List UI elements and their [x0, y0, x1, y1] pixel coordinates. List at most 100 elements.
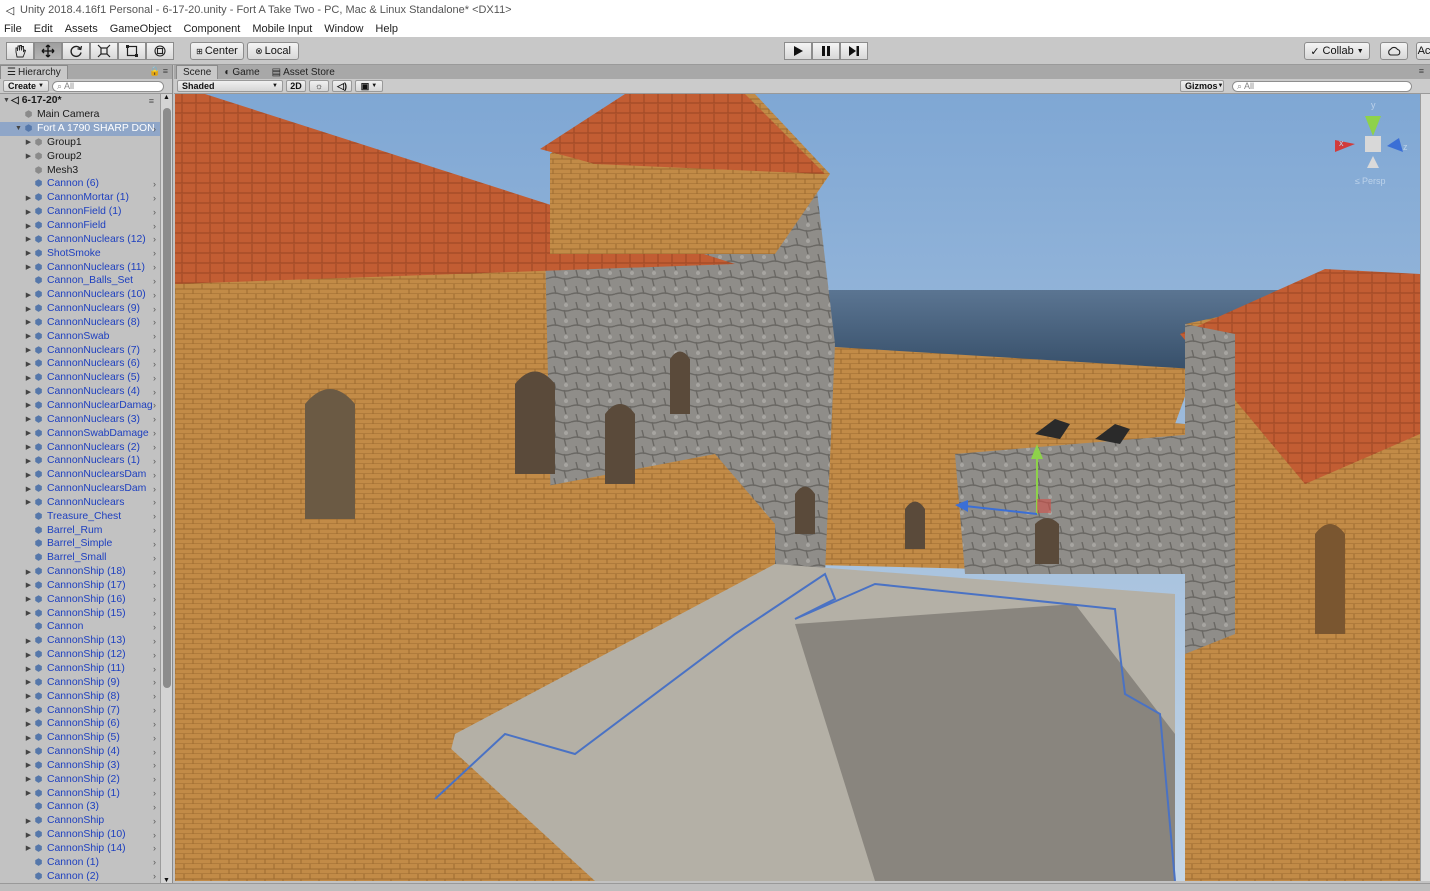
prefab-open-chevron-icon[interactable]: ›	[153, 816, 156, 826]
hierarchy-row[interactable]: ▶ ⬢ CannonNuclears (12) ›	[0, 232, 160, 246]
expand-arrow-icon[interactable]: ▶	[24, 817, 33, 825]
scroll-up-arrow-icon[interactable]: ▲	[163, 94, 170, 101]
collapse-arrow-icon[interactable]: ▼	[14, 125, 23, 132]
scene-lighting-button[interactable]: ☼	[309, 80, 329, 92]
pivot-center-button[interactable]: ⊞ Center	[190, 42, 244, 60]
hierarchy-row[interactable]: ⬢ Barrel_Simple ›	[0, 537, 160, 551]
prefab-open-chevron-icon[interactable]: ›	[153, 276, 156, 286]
expand-arrow-icon[interactable]: ▶	[24, 581, 33, 589]
hierarchy-row[interactable]: ▶ ⬢ CannonSwab ›	[0, 329, 160, 343]
expand-arrow-icon[interactable]: ▶	[24, 222, 33, 230]
cloud-button[interactable]	[1380, 42, 1408, 60]
prefab-open-chevron-icon[interactable]: ›	[153, 622, 156, 632]
hierarchy-row[interactable]: ▶ ⬢ CannonShip (1) ›	[0, 786, 160, 800]
expand-arrow-icon[interactable]: ▶	[24, 235, 33, 243]
prefab-open-chevron-icon[interactable]: ›	[153, 705, 156, 715]
hierarchy-row[interactable]: ▶ ⬢ CannonShip (10) ›	[0, 828, 160, 842]
hierarchy-row[interactable]: ⬢ Cannon ›	[0, 620, 160, 634]
hierarchy-row[interactable]: ▶ ⬢ CannonNuclears (10) ›	[0, 288, 160, 302]
expand-arrow-icon[interactable]: ▶	[24, 360, 33, 368]
hierarchy-scroll-thumb[interactable]	[163, 108, 171, 688]
expand-arrow-icon[interactable]: ▶	[24, 844, 33, 852]
pause-button[interactable]	[812, 42, 840, 60]
hierarchy-row[interactable]: ▶ ⬢ CannonField (1) ›	[0, 205, 160, 219]
prefab-open-chevron-icon[interactable]: ›	[153, 650, 156, 660]
expand-arrow-icon[interactable]: ▶	[24, 263, 33, 271]
prefab-open-chevron-icon[interactable]: ›	[153, 387, 156, 397]
prefab-open-chevron-icon[interactable]: ›	[153, 221, 156, 231]
prefab-open-chevron-icon[interactable]: ›	[153, 179, 156, 189]
expand-arrow-icon[interactable]: ▶	[24, 665, 33, 673]
hierarchy-row[interactable]: ▶ ⬢ CannonNuclears (11) ›	[0, 260, 160, 274]
hierarchy-row[interactable]: ▶ ⬢ CannonShip (15) ›	[0, 606, 160, 620]
hierarchy-row[interactable]: ▶ ⬢ CannonShip (8) ›	[0, 689, 160, 703]
expand-arrow-icon[interactable]: ▶	[24, 706, 33, 714]
scene-viewport[interactable]: y x z ≤ Persp	[175, 94, 1420, 881]
prefab-open-chevron-icon[interactable]: ›	[153, 594, 156, 604]
hierarchy-row[interactable]: ▶ ⬢ CannonSwabDamage ›	[0, 426, 160, 440]
hierarchy-row[interactable]: ▶ ⬢ CannonNuclears (9) ›	[0, 302, 160, 316]
tab-scene[interactable]: Scene	[176, 65, 219, 79]
projection-toggle[interactable]: ≤ Persp	[1355, 176, 1385, 186]
scene-root-row[interactable]: ▼ ◁ 6-17-20* ≡	[0, 94, 160, 108]
prefab-open-chevron-icon[interactable]: ›	[153, 470, 156, 480]
rect-tool-button[interactable]	[118, 42, 146, 60]
toggle-2d-button[interactable]: 2D	[286, 80, 306, 92]
prefab-open-chevron-icon[interactable]: ›	[153, 345, 156, 355]
prefab-open-chevron-icon[interactable]: ›	[153, 802, 156, 812]
prefab-open-chevron-icon[interactable]: ›	[153, 539, 156, 549]
hierarchy-row[interactable]: ⬢ Cannon_Balls_Set ›	[0, 274, 160, 288]
prefab-open-chevron-icon[interactable]: ›	[153, 857, 156, 867]
expand-arrow-icon[interactable]: ▶	[24, 775, 33, 783]
hierarchy-row[interactable]: ▶ ⬢ CannonNuclearsDam ›	[0, 468, 160, 482]
expand-arrow-icon[interactable]: ▶	[24, 595, 33, 603]
expand-arrow-icon[interactable]: ▶	[24, 734, 33, 742]
prefab-open-chevron-icon[interactable]: ›	[153, 830, 156, 840]
prefab-open-chevron-icon[interactable]: ›	[153, 193, 156, 203]
scene-panel-menu-icon[interactable]: ≡	[1419, 66, 1424, 76]
prefab-open-chevron-icon[interactable]: ›	[153, 207, 156, 217]
hierarchy-row[interactable]: ▶ ⬢ CannonNuclears (6) ›	[0, 357, 160, 371]
prefab-open-chevron-icon[interactable]: ›	[153, 331, 156, 341]
tab-hierarchy[interactable]: ☰ Hierarchy	[0, 65, 68, 79]
prefab-open-chevron-icon[interactable]: ›	[153, 290, 156, 300]
prefab-open-chevron-icon[interactable]: ›	[153, 442, 156, 452]
hierarchy-row[interactable]: ▶ ⬢ CannonNuclears ›	[0, 495, 160, 509]
expand-arrow-icon[interactable]: ▶	[24, 401, 33, 409]
tab-game[interactable]: ◐ Game	[218, 65, 266, 79]
hierarchy-lock-menu-icon[interactable]: 🔒 ≡	[149, 66, 168, 77]
hierarchy-row[interactable]: ▶ ⬢ CannonShip (12) ›	[0, 648, 160, 662]
prefab-open-chevron-icon[interactable]: ›	[153, 733, 156, 743]
hierarchy-row[interactable]: ▶ ⬢ CannonNuclears (2) ›	[0, 440, 160, 454]
expand-arrow-icon[interactable]: ▶	[24, 651, 33, 659]
prefab-open-chevron-icon[interactable]: ›	[153, 456, 156, 466]
hierarchy-row[interactable]: ▶ ⬢ CannonMortar (1) ›	[0, 191, 160, 205]
expand-arrow-icon[interactable]: ▶	[24, 498, 33, 506]
shading-mode-dropdown[interactable]: Shaded ▼	[177, 80, 283, 92]
expand-arrow-icon[interactable]: ▶	[24, 374, 33, 382]
expand-arrow-icon[interactable]: ▶	[24, 415, 33, 423]
menu-component[interactable]: Component	[183, 23, 240, 35]
prefab-open-chevron-icon[interactable]: ›	[153, 400, 156, 410]
menu-file[interactable]: File	[4, 23, 22, 35]
expand-arrow-icon[interactable]: ▶	[24, 249, 33, 257]
hierarchy-row[interactable]: ▶ ⬢ CannonNuclearDamag ›	[0, 399, 160, 413]
prefab-open-chevron-icon[interactable]: ›	[153, 373, 156, 383]
hierarchy-search-input[interactable]: ⌕ All	[51, 80, 164, 92]
hierarchy-row[interactable]: ▼ ⬢ Fort A 1790 SHARP DON ›	[0, 121, 160, 136]
scene-menu-icon[interactable]: ≡	[149, 96, 154, 106]
expand-arrow-icon[interactable]: ▶	[24, 457, 33, 465]
expand-arrow-icon[interactable]: ▶	[24, 789, 33, 797]
prefab-open-chevron-icon[interactable]: ›	[153, 262, 156, 272]
hierarchy-row[interactable]: ⬢ Mesh3	[0, 163, 160, 177]
hierarchy-row[interactable]: ⬢ Cannon (2) ›	[0, 869, 160, 883]
prefab-open-chevron-icon[interactable]: ›	[153, 248, 156, 258]
hierarchy-row[interactable]: ▶ ⬢ CannonNuclears (4) ›	[0, 385, 160, 399]
collab-button[interactable]: ✓ Collab ▼	[1304, 42, 1370, 60]
prefab-open-chevron-icon[interactable]: ›	[153, 788, 156, 798]
prefab-open-chevron-icon[interactable]: ›	[153, 774, 156, 784]
expand-arrow-icon[interactable]: ▼	[2, 97, 11, 104]
prefab-open-chevron-icon[interactable]: ›	[153, 664, 156, 674]
hierarchy-row[interactable]: ▶ ⬢ CannonShip ›	[0, 814, 160, 828]
expand-arrow-icon[interactable]: ▶	[24, 831, 33, 839]
